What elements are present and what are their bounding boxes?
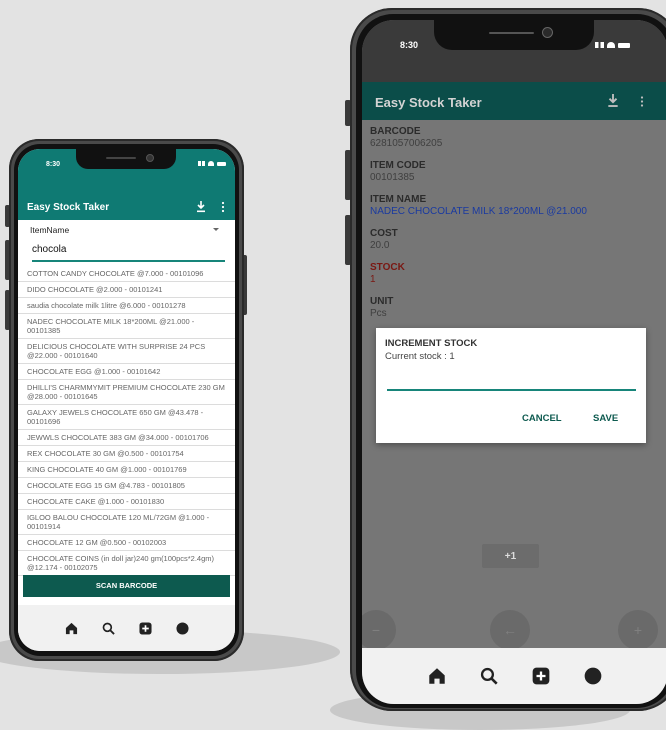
wifi-icon [208,161,214,166]
battery-icon [618,42,630,48]
home-icon[interactable] [428,667,446,685]
scan-barcode-button[interactable]: SCAN BARCODE [23,575,230,597]
battery-icon [217,161,226,166]
cost-value[interactable]: 20.0 [370,240,398,251]
right-phone-screen: 8:30 Easy Stock Taker BARCODE 6281057006… [362,20,666,704]
bottom-nav [362,648,666,704]
unit-value[interactable]: Pcs [370,308,393,319]
list-item[interactable]: DELICIOUS CHOCOLATE WITH SURPRISE 24 PCS… [18,339,235,364]
search-field-dropdown[interactable]: ItemName [30,225,225,239]
barcode-field: BARCODE 6281057006205 [370,126,442,149]
app-bar: Easy Stock Taker [18,194,235,220]
list-item[interactable]: KING CHOCOLATE 40 GM @1.000 - 00101769 [18,462,235,478]
add-square-icon[interactable] [138,621,152,635]
barcode-label: BARCODE [370,126,421,137]
increment-button[interactable]: + [618,610,658,650]
status-time: 8:30 [46,161,61,168]
wifi-icon [607,42,615,48]
dialog-title: INCREMENT STOCK [385,338,478,349]
status-icons [198,161,226,166]
increment-stock-dialog: INCREMENT STOCK Current stock : 1 CANCEL… [376,328,646,443]
app-title: Easy Stock Taker [27,202,110,213]
list-item[interactable]: saudia chocolate milk 1litre @6.000 - 00… [18,298,235,314]
search-icon[interactable] [480,667,498,685]
list-item[interactable]: CHOCOLATE 12 GM @0.500 - 00102003 [18,535,235,551]
status-time: 8:30 [400,40,419,50]
status-icons [595,42,630,48]
profile-circle-icon[interactable] [584,667,602,685]
cost-label: COST [370,228,398,239]
item-name-field: ITEM NAME NADEC CHOCOLATE MILK 18*200ML … [370,194,587,217]
add-square-icon[interactable] [532,667,550,685]
save-button[interactable]: SAVE [593,413,618,424]
status-bar: 8:30 [18,149,235,169]
item-code-field: ITEM CODE 00101385 [370,160,426,183]
stock-field: STOCK 1 [370,262,405,285]
stock-label: STOCK [370,262,405,273]
barcode-value[interactable]: 6281057006205 [370,138,442,149]
app-title: Easy Stock Taker [375,95,482,110]
app-bar: Easy Stock Taker [362,82,666,120]
home-icon[interactable] [65,622,78,635]
plus-one-button[interactable]: +1 [482,544,539,568]
list-item[interactable]: COTTON CANDY CHOCOLATE @7.000 - 00101096 [18,266,235,282]
stock-increment-input[interactable] [387,373,636,391]
bottom-nav [18,605,235,651]
list-item[interactable]: JEWWLS CHOCOLATE 383 GM @34.000 - 001017… [18,430,235,446]
search-icon[interactable] [102,622,115,635]
list-item[interactable]: CHOCOLATE COINS (in doll jar)240 gm(100p… [18,551,235,576]
left-phone: 8:30 Easy Stock Taker ItemName chocola C… [9,139,244,661]
cost-field: COST 20.0 [370,228,398,251]
dropdown-arrow-icon [213,228,219,231]
download-icon[interactable] [607,94,619,113]
list-item[interactable]: DHILLI'S CHARMMYMIT PREMIUM CHOCOLATE 23… [18,380,235,405]
profile-circle-icon[interactable] [175,621,189,635]
item-code-label: ITEM CODE [370,160,426,171]
left-phone-screen: 8:30 Easy Stock Taker ItemName chocola C… [18,149,235,651]
list-item[interactable]: CHOCOLATE CAKE @1.000 - 00101830 [18,494,235,510]
unit-field: UNIT Pcs [370,296,393,319]
item-name-value[interactable]: NADEC CHOCOLATE MILK 18*200ML @21.000 [370,206,587,217]
list-item[interactable]: CHOCOLATE EGG 15 GM @4.783 - 00101805 [18,478,235,494]
cancel-button[interactable]: CANCEL [522,413,562,424]
signal-icon [595,42,604,48]
list-item[interactable]: DIDO CHOCOLATE @2.000 - 00101241 [18,282,235,298]
list-item[interactable]: GALAXY JEWELS CHOCOLATE 650 GM @43.478 -… [18,405,235,430]
status-bar: 8:30 [362,20,666,60]
list-item[interactable]: IGLOO BALOU CHOCOLATE 120 ML/72GM @1.000… [18,510,235,535]
right-phone: 8:30 Easy Stock Taker BARCODE 6281057006… [350,8,666,711]
unit-label: UNIT [370,296,394,307]
more-vertical-icon[interactable] [640,95,644,113]
download-icon[interactable] [196,200,206,218]
more-vertical-icon[interactable] [221,200,225,218]
dropdown-selected: ItemName [30,225,70,235]
search-input[interactable]: chocola [32,244,225,262]
item-code-value[interactable]: 00101385 [370,172,426,183]
item-name-label: ITEM NAME [370,194,427,205]
list-item[interactable]: NADEC CHOCOLATE MILK 18*200ML @21.000 - … [18,314,235,339]
list-item[interactable]: CHOCOLATE EGG @1.000 - 00101642 [18,364,235,380]
stock-value[interactable]: 1 [370,274,405,285]
signal-icon [198,161,205,166]
list-item[interactable]: REX CHOCOLATE 30 GM @0.500 - 00101754 [18,446,235,462]
decrement-button[interactable]: − [362,610,396,650]
dialog-message: Current stock : 1 [385,351,455,362]
results-list: COTTON CANDY CHOCOLATE @7.000 - 00101096… [18,266,235,576]
back-button[interactable]: ← [490,610,530,650]
